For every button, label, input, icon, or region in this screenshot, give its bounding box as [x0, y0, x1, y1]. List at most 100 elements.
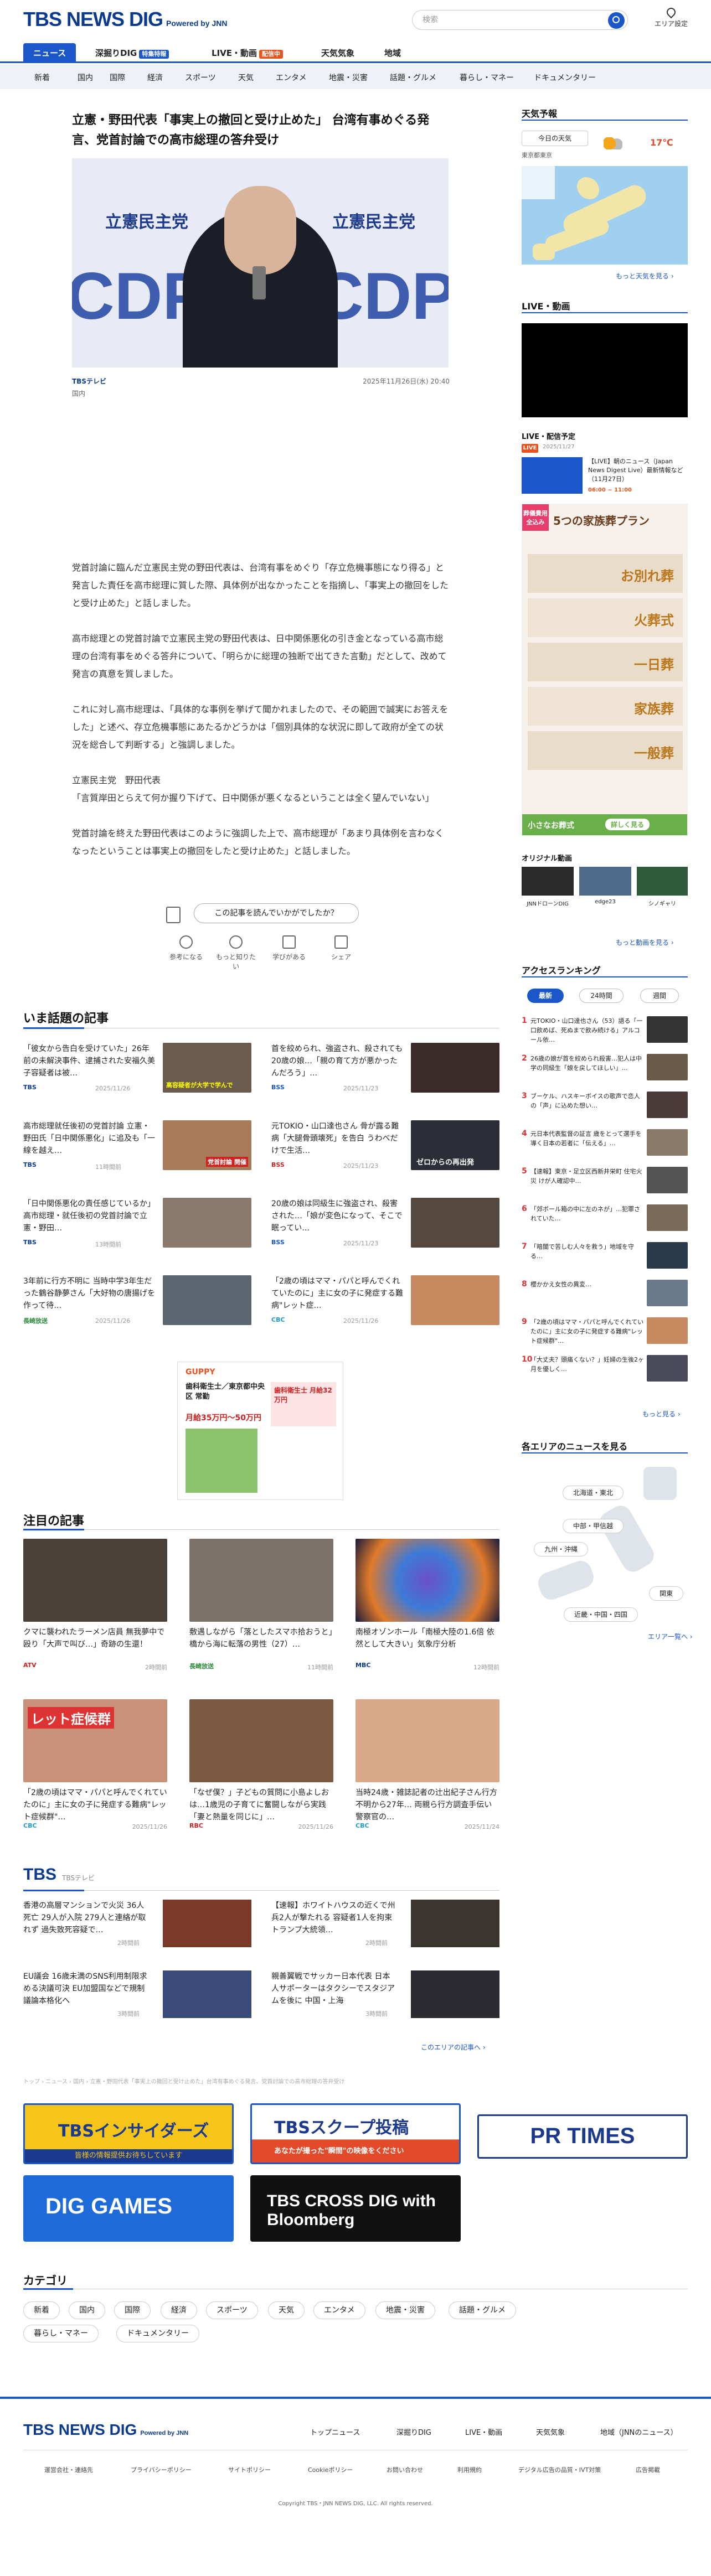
subnav-domestic[interactable]: 国内 [78, 72, 93, 83]
featured-card[interactable]: 南極オゾンホール「南極大陸の1.6倍 依然として大きい」気象庁分析 MBC 12… [356, 1539, 499, 1671]
nav-live[interactable]: LIVE・動画 配信中 [212, 43, 283, 63]
footer-link[interactable]: 深掘りDIG [396, 2427, 431, 2437]
reaction-share[interactable]: シェア [319, 935, 363, 961]
original-video-thumb[interactable] [637, 867, 688, 896]
category-button[interactable]: 暮らし・マネー [23, 2325, 99, 2342]
subnav-sports[interactable]: スポーツ [185, 72, 216, 83]
trending-item[interactable]: 首を絞められ、強盗され、殺されても20歳の娘…「親の育て方が悪かったんだろう」…… [271, 1043, 515, 1098]
area-button-kanto[interactable]: 関東 [649, 1586, 684, 1601]
original-video-thumb[interactable] [579, 867, 631, 896]
ranking-item[interactable]: 8 櫻かかえ女性の異変… [522, 1280, 688, 1312]
tbs-news-item[interactable]: 香港の高層マンションで火災 36人死亡 29人が入院 279人と連絡が取れず 過… [23, 1900, 267, 1955]
trending-item[interactable]: 「2歳の頃はママ・パパと呼んでくれていたのに」主に女の子に発症する難病"レット症… [271, 1275, 515, 1331]
trending-item[interactable]: 「彼女から告白を受けていた」26年前の未解決事件、逮捕された安福久美子容疑者は被… [23, 1043, 267, 1098]
area-button-chubu[interactable]: 中部・甲信越 [563, 1519, 624, 1533]
live-schedule-item[interactable]: 【LIVE】朝のニュース（Japan News Digest Live）最新情報… [588, 457, 688, 484]
reaction-useful[interactable]: 参考になる [164, 935, 208, 961]
ranking-item[interactable]: 5 【速報】東京・足立区西新井栄町 住宅火災 けが人確認中… [522, 1167, 688, 1199]
area-button-kyushu[interactable]: 九州・沖縄 [534, 1542, 589, 1556]
category-button[interactable]: 経済 [161, 2301, 197, 2319]
ranking-item[interactable]: 4 元日本代表監督の証言 歳をとって選手を導く日本の若者に「伝える」… [522, 1129, 688, 1161]
ad-funeral[interactable]: 葬儀費用 全込み 5つの家族葬プラン お別れ葬 火葬式 一日葬 家族葬 一般葬 … [522, 504, 688, 836]
banner-prtimes[interactable]: PR TIMES [477, 2114, 688, 2159]
trending-item[interactable]: 20歳の娘は同級生に強盗され、殺害された…「娘が変色になって、そこで眠ってい… … [271, 1198, 515, 1253]
category-button[interactable]: 国内 [69, 2301, 105, 2319]
category-button[interactable]: 地震・災害 [375, 2301, 435, 2319]
ranking-tab-week[interactable]: 週間 [640, 989, 679, 1003]
article-source[interactable]: TBSテレビ [72, 377, 106, 385]
ranking-item[interactable]: 6 「郊ボール箱の中に左のネが」…犯罪されていた… [522, 1204, 688, 1237]
article-hero-image[interactable]: 立憲民主党 立憲民主党 CDP CDP [72, 158, 449, 368]
footer-link[interactable]: LIVE・動画 [465, 2427, 502, 2437]
article-category[interactable]: 国内 [72, 389, 85, 398]
area-button-kinki[interactable]: 近畿・中国・四国 [564, 1607, 638, 1622]
weather-today-tab[interactable]: 今日の天気 [522, 131, 588, 146]
trending-item[interactable]: 3年前に行方不明に 当時中学3年生だった鶴谷静夢さん「大好物の唐揚げを作って待…… [23, 1275, 267, 1331]
featured-card[interactable]: レット症候群 「2歳の頃はママ・パパと呼んでくれていたのに」主に女の子に発症する… [23, 1699, 167, 1830]
ranking-item[interactable]: 2 26歳の娘が首を絞められ殺害…犯人は中学の同級生「娘を戻してほしい」… [522, 1054, 688, 1086]
tbs-news-item[interactable]: 【速報】ホワイトハウスの近くで州兵2人が撃たれる 容疑者1人を拘束 トランプ大統… [271, 1900, 515, 1955]
ad-cta-button[interactable]: 詳しく見る [605, 819, 650, 830]
category-button[interactable]: 国際 [114, 2301, 151, 2319]
subnav-international[interactable]: 国際 [110, 72, 125, 83]
area-setting-button[interactable]: エリア設定 [655, 6, 688, 28]
footer-sublink[interactable]: 利用規約 [457, 2465, 482, 2474]
original-video-thumb[interactable] [522, 867, 574, 896]
ranking-tab-latest[interactable]: 最新 [527, 989, 564, 1003]
featured-card[interactable]: クマに襲われたラーメン店員 無我夢中で殴り「大声で叫び…」奇跡の生還！ ATV … [23, 1539, 167, 1671]
footer-sublink[interactable]: Cookieポリシー [308, 2465, 353, 2474]
banner-dig-games[interactable]: DIG GAMES [23, 2175, 234, 2242]
category-button[interactable]: エンタメ [313, 2301, 365, 2319]
area-more-link[interactable]: エリア一覧へ › [648, 1632, 693, 1641]
banner-insiders[interactable]: TBSインサイダーズ 皆様の情報提供お待ちしています [23, 2103, 234, 2164]
tbs-news-item[interactable]: EU議会 16歳未満のSNS利用制限求める決議可決 EU加盟国などで規制議論本格… [23, 1970, 267, 2026]
nav-dig[interactable]: 深掘りDIG 特集特報 [95, 43, 169, 63]
ranking-item[interactable]: 7 「暗闇で苦しむ人々を救う」地域を守る… [522, 1242, 688, 1274]
footer-sublink[interactable]: デジタル広告の品質・IVT対策 [518, 2465, 601, 2474]
reaction-more[interactable]: もっと知りたい [214, 935, 258, 971]
ranking-item[interactable]: 10 「大丈夫？頭痛くない？」妊婦の生後2ヶ月を優しく… [522, 1355, 688, 1387]
feedback-button[interactable]: この記事を読んでいかがでしたか？ [194, 903, 359, 923]
subnav-gourmet[interactable]: 話題・グルメ [390, 72, 436, 83]
ranking-tab-24h[interactable]: 24時間 [579, 989, 624, 1003]
footer-link[interactable]: 地域（JNNのニュース） [600, 2427, 678, 2437]
original-video-more[interactable]: もっと動画を見る › [616, 938, 674, 947]
subnav-money[interactable]: 暮らし・マネー [460, 72, 514, 83]
trending-item[interactable]: 高市総理就任後初の党首討論 立憲・野田氏「日中関係悪化」に追及も「一線を越え… … [23, 1120, 267, 1176]
ranking-item[interactable]: 3 ブーケル、ハスキーボイスの歌声で恋人の「声」に込めた想い… [522, 1092, 688, 1124]
nav-region[interactable]: 地域 [384, 43, 401, 63]
tbs-news-item[interactable]: 親善翼戦でサッカー日本代表 日本人サポーターはタクシーでスタジアムを後に 中国・… [271, 1970, 515, 2026]
ranking-item[interactable]: 1 元TOKIO・山口達也さん（53）語る「一口飲めば、死ぬまで飲み続ける」アルコ… [522, 1016, 688, 1048]
category-button[interactable]: 天気 [268, 2301, 305, 2319]
footer-sublink[interactable]: サイトポリシー [228, 2465, 271, 2474]
weather-more-link[interactable]: もっと天気を見る › [616, 271, 674, 281]
search-input[interactable]: 検索 [412, 10, 628, 30]
subnav-economy[interactable]: 経済 [147, 72, 163, 83]
banner-cross-dig[interactable]: TBS CROSS DIG with Bloomberg [250, 2175, 461, 2242]
featured-card[interactable]: 当時24歳・雑誌記者の辻出紀子さん行方不明から27年… 両親ら行方調査手伝い 警… [356, 1699, 499, 1830]
search-icon[interactable] [608, 12, 625, 29]
subnav-entertainment[interactable]: エンタメ [276, 72, 307, 83]
reaction-learn[interactable]: 学びがある [267, 935, 311, 961]
nav-news[interactable]: ニュース [23, 43, 76, 63]
featured-card[interactable]: 敷遇しながら「落としたスマホ拾おうと」橋から海に転落の男性（27）… 長崎放送 … [189, 1539, 333, 1671]
weather-map[interactable] [522, 166, 688, 265]
footer-link[interactable]: トップニュース [310, 2427, 360, 2437]
area-button-hokkaido[interactable]: 北海道・東北 [563, 1486, 624, 1500]
nav-weather[interactable]: 天気気象 [321, 43, 354, 63]
footer-sublink[interactable]: 運営会社・連絡先 [44, 2465, 93, 2474]
ad-banner-job[interactable]: GUPPY 歯科衛生士／東京都中央区 常勤 月給35万円〜50万円 歯科衛生士 … [177, 1362, 343, 1500]
featured-card[interactable]: 「なぜ僕？」子どもの質問に小島よしおは…1歳児の子育てに奮闘しながら実践「妻と熱… [189, 1699, 333, 1830]
category-button[interactable]: ドキュメンタリー [116, 2325, 199, 2342]
category-button[interactable]: スポーツ [206, 2301, 258, 2319]
live-video-player[interactable] [522, 323, 688, 417]
banner-scoop[interactable]: TBSスクープ投稿 あなたが撮った"瞬間"の映像をください [250, 2103, 461, 2164]
footer-sublink[interactable]: お問い合わせ [387, 2465, 423, 2474]
trending-item[interactable]: 元TOKIO・山口達也さん 骨が露る難病「大腿骨頭壊死」を告白 うわべだけで生活… [271, 1120, 515, 1176]
subnav-documentary[interactable]: ドキュメンタリー [534, 72, 596, 83]
tbs-more-link[interactable]: このエリアの記事へ › [421, 2042, 486, 2052]
ranking-more-link[interactable]: もっと見る › [642, 1409, 681, 1419]
ranking-item[interactable]: 9 「2歳の頃はママ・パパと呼んでくれていたのに」主に女の子に発症する難病"レット… [522, 1317, 688, 1349]
footer-link[interactable]: 天気気象 [536, 2427, 565, 2437]
category-button[interactable]: 新着 [23, 2301, 60, 2319]
